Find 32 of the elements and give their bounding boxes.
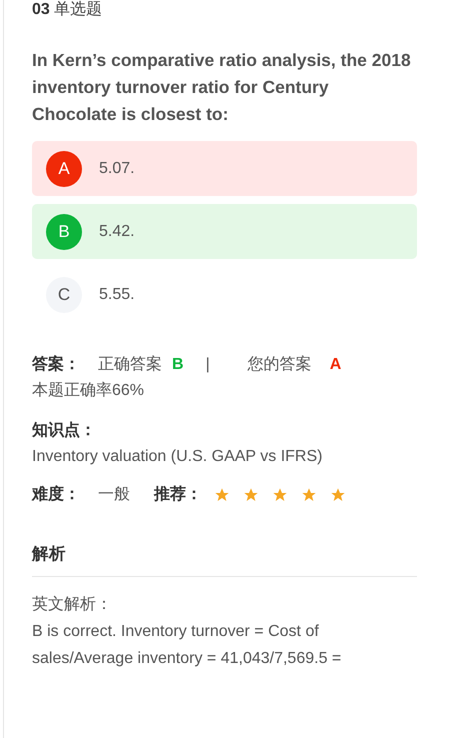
your-answer-label: 您的答案 [248,354,312,375]
knowledge-point: Inventory valuation (U.S. GAAP vs IFRS) [32,447,324,467]
option-letter: B [46,214,82,250]
correct-answer-label: 正确答案 [98,354,162,375]
answer-option[interactable]: A 5.07. [32,141,417,196]
analysis-subtitle: 英文解析： [32,594,113,615]
answer-option[interactable]: B 5.42. [32,204,417,259]
star-icon [243,487,259,503]
analysis-text: B is correct. Inventory turnover = Cost of sales/Average inventory = 41,043/7,569.5 = [32,622,342,669]
knowledge-label: 知识点： [32,420,97,441]
question-text: In Kern’s comparative ratio analysis, the 2018 inventory turnover ratio for Century Chocolate is closest to: [32,49,412,126]
option-text: 5.07. [99,160,135,178]
option-text: 5.42. [99,222,135,240]
star-icon [214,487,230,503]
option-letter: C [46,276,82,312]
separator: | [206,355,210,375]
question-type: 单选题 [54,1,102,18]
question-number: 03 [32,1,50,18]
difficulty-value: 一般 [98,485,130,505]
analysis-title: 解析 [32,542,417,577]
answer-label: 答案： [32,354,80,375]
star-icon [330,487,346,503]
recommend-label: 推荐： [154,484,202,505]
option-letter: A [46,150,82,186]
difficulty-label: 难度： [32,484,80,505]
option-text: 5.55. [99,286,135,304]
correct-rate: 本题正确率66% [32,380,146,401]
star-icon [301,487,317,503]
correct-answer: B [172,355,184,375]
your-answer: A [330,355,342,375]
answer-option[interactable]: C 5.55. [32,267,417,322]
star-icon [272,487,288,503]
